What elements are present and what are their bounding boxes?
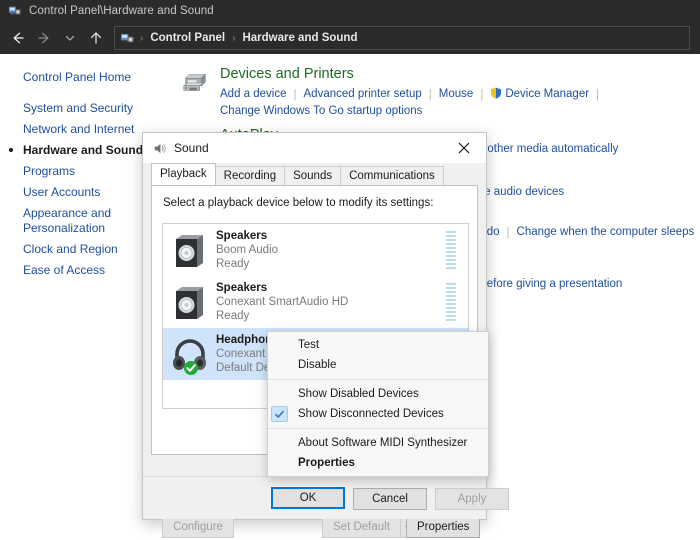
address-bar[interactable]: › Control Panel › Hardware and Sound [114,26,690,50]
control-panel-icon [8,4,22,18]
device-description: Boom Audio [216,243,446,257]
speaker-icon [170,229,210,271]
breadcrumb-separator: › [135,33,148,44]
device-list-item[interactable]: Speakers Conexant SmartAudio HD Ready [163,276,468,328]
dialog-title: Sound [174,141,209,155]
device-list-item[interactable]: Speakers Boom Audio Ready [163,224,468,276]
device-text: Speakers Boom Audio Ready [216,229,446,271]
dialog-tabs: Playback Recording Sounds Communications [151,163,486,185]
apply-button[interactable]: Apply [435,488,509,510]
group-links: Add a device | Advanced printer setup | … [220,86,700,103]
chevron-down-icon[interactable] [57,25,83,51]
configure-button[interactable]: Configure [162,516,234,538]
forward-arrow-icon[interactable] [31,25,57,51]
device-description: Conexant SmartAudio HD [216,295,446,309]
back-arrow-icon[interactable] [5,25,31,51]
context-menu: Test Disable Show Disabled Devices Show … [267,331,489,477]
volume-meter [446,231,456,269]
panel-caption: Select a playback device below to modify… [152,186,477,218]
link-mouse[interactable]: Mouse [439,86,474,103]
tab-recording[interactable]: Recording [215,166,285,185]
occluded-link-row: ons do | Change when the computer sleeps… [465,224,700,255]
link-advanced-printer-setup[interactable]: Advanced printer setup [304,86,422,103]
device-name: Speakers [216,281,446,295]
properties-button[interactable]: Properties [406,516,480,538]
breadcrumb-item-hardware-and-sound[interactable]: Hardware and Sound [240,32,359,44]
navigation-bar: › Control Panel › Hardware and Sound [0,22,700,54]
checkmark-icon [271,406,288,422]
menu-item-disable[interactable]: Disable [268,355,488,375]
device-status: Ready [216,309,446,323]
group-body: Devices and Printers Add a device | Adva… [220,65,700,120]
dialog-titlebar: Sound [143,133,486,163]
dialog-footer: OK Cancel Apply [143,476,486,519]
ok-button[interactable]: OK [271,487,345,509]
link-divider: | [589,88,606,102]
menu-item-show-disconnected-devices[interactable]: Show Disconnected Devices [268,404,488,424]
menu-item-about-software-midi-synthesizer[interactable]: About Software MIDI Synthesizer [268,433,488,453]
up-arrow-icon[interactable] [83,25,109,51]
sidebar-item-control-panel-home[interactable]: Control Panel Home [0,67,176,88]
link-device-manager[interactable]: Device Manager [490,86,589,103]
breadcrumb-item-control-panel[interactable]: Control Panel [148,32,227,44]
link-change-when-the-computer-sleeps[interactable]: Change when the computer sleeps [517,224,695,241]
occluded-link-media-automatically[interactable]: s or other media automatically [465,141,618,158]
group-heading-devices-and-printers[interactable]: Devices and Printers [220,65,700,84]
menu-item-show-disabled-devices[interactable]: Show Disabled Devices [268,384,488,404]
sidebar-item-system-and-security[interactable]: System and Security [0,98,176,119]
group-devices-and-printers: Devices and Printers Add a device | Adva… [176,54,700,122]
link-divider: | [473,88,490,102]
close-icon[interactable] [442,133,486,163]
link-device-manager-label: Device Manager [505,88,589,100]
shield-icon [490,87,502,99]
link-divider: | [287,88,304,102]
speaker-icon [170,281,210,323]
set-default-split-button[interactable]: Set Default [322,516,417,538]
menu-item-test[interactable]: Test [268,335,488,355]
printer-icon [180,68,210,96]
device-name: Speakers [216,229,446,243]
volume-meter [446,283,456,321]
menu-item-label: Show Disconnected Devices [298,408,444,420]
link-divider: | [500,226,517,240]
headphones-icon [170,333,210,375]
tab-communications[interactable]: Communications [340,166,444,185]
set-default-button[interactable]: Set Default [322,516,400,538]
window-titlebar: Control Panel\Hardware and Sound [0,0,700,22]
control-panel-icon [120,31,135,46]
tab-playback[interactable]: Playback [151,163,216,185]
menu-separator [268,379,488,380]
menu-item-properties[interactable]: Properties [268,453,488,473]
tab-sounds[interactable]: Sounds [284,166,341,185]
cancel-button[interactable]: Cancel [353,488,427,510]
window-title: Control Panel\Hardware and Sound [29,5,214,17]
device-text: Speakers Conexant SmartAudio HD Ready [216,281,446,323]
link-add-a-device[interactable]: Add a device [220,86,287,103]
sidebar-item-appearance-and-personalization[interactable]: Appearance and Personalization [0,203,147,239]
breadcrumb-separator: › [227,33,240,44]
device-status: Ready [216,257,446,271]
link-divider: | [422,88,439,102]
sound-icon [152,141,167,156]
link-change-windows-to-go-startup-options[interactable]: Change Windows To Go startup options [220,103,700,120]
menu-separator [268,428,488,429]
occluded-link-before-giving-a-presentation[interactable]: gs before giving a presentation [465,276,622,293]
